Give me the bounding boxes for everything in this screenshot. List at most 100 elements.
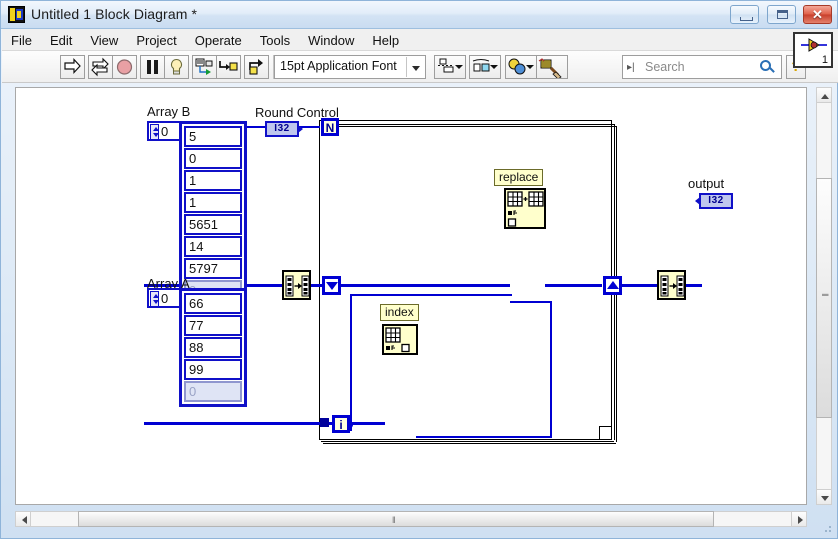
clean-up-diagram-button[interactable] — [536, 55, 568, 80]
close-button[interactable]: ✕ — [803, 5, 832, 24]
array-b-cell[interactable]: 14 — [184, 236, 242, 257]
wire-index-out-riser[interactable] — [550, 301, 552, 438]
array-a-cell[interactable]: 99 — [184, 359, 242, 380]
step-into-icon — [219, 61, 238, 71]
wire-node-to-output-terminal[interactable] — [685, 284, 702, 287]
index-array-node[interactable] — [382, 324, 418, 355]
toolbar-align-group — [434, 55, 537, 79]
block-diagram-canvas[interactable]: Array B 0 5 0 1 1 5651 14 5797 0 Array A… — [15, 87, 807, 505]
array-b-cell[interactable]: 5651 — [184, 214, 242, 235]
menu-item-file[interactable]: File — [2, 29, 41, 51]
array-a-index-display[interactable]: 0 — [147, 288, 183, 308]
array-b-cell[interactable]: 1 — [184, 170, 242, 191]
window-resize-grip[interactable] — [821, 522, 833, 534]
triangle-up-icon — [607, 281, 619, 289]
array-a-cell[interactable]: 66 — [184, 293, 242, 314]
array-a-index-value: 0 — [161, 291, 169, 306]
output-terminal-label: I32 — [708, 195, 724, 206]
abort-execution-icon — [116, 59, 133, 75]
loop-bottom-edge — [319, 439, 612, 440]
array-b-cell[interactable]: 5 — [184, 126, 242, 147]
loop-count-terminal[interactable]: N — [321, 118, 339, 136]
align-objects-icon — [438, 58, 463, 73]
menu-item-help[interactable]: Help — [363, 29, 408, 51]
loop-count-terminal-label: N — [325, 121, 335, 135]
font-label: 15pt Application Font — [280, 59, 397, 73]
array-a-cell[interactable]: 77 — [184, 315, 242, 336]
array-convert-icon — [285, 275, 310, 297]
array-b-cell[interactable]: 0 — [184, 148, 242, 169]
horizontal-scrollbar[interactable]: ‖ — [15, 511, 807, 527]
wire-replace-to-output-tunnel[interactable] — [545, 284, 602, 287]
step-over-button[interactable] — [244, 55, 270, 79]
array-to-cluster-node-left[interactable] — [282, 270, 311, 300]
search-box[interactable]: ▸| Search — [622, 55, 782, 79]
wire-i-riser[interactable] — [350, 294, 352, 424]
scroll-up-button[interactable] — [816, 87, 832, 103]
scroll-right-button[interactable] — [791, 511, 807, 527]
labview-block-diagram-window: Untitled 1 Block Diagram * ✕ File Edit V… — [0, 0, 838, 539]
scroll-grip-icon: ‖ — [819, 293, 830, 298]
replace-array-subset-node[interactable] — [504, 188, 546, 229]
loop-iteration-terminal[interactable]: i — [332, 415, 350, 433]
menu-item-operate[interactable]: Operate — [186, 29, 251, 51]
wire-arraya-to-junction[interactable] — [144, 422, 334, 425]
search-prefix-icon: ▸| — [627, 62, 635, 73]
scroll-down-button[interactable] — [816, 489, 832, 505]
pause-icon — [147, 60, 159, 74]
search-input[interactable]: Search — [645, 60, 685, 74]
array-convert-icon — [660, 275, 685, 297]
wire-i-branch-horizontal[interactable] — [350, 294, 512, 296]
loop-top-edge — [319, 120, 612, 121]
array-a-elements[interactable]: 66 77 88 99 0 — [179, 288, 247, 407]
array-a-index-stepper[interactable] — [150, 291, 159, 307]
input-indexing-tunnel[interactable] — [322, 276, 341, 295]
output-terminal[interactable]: I32 — [695, 193, 733, 209]
array-a-empty-cell[interactable]: 0 — [184, 381, 242, 402]
array-b-cell[interactable]: 1 — [184, 192, 242, 213]
align-objects-button[interactable] — [434, 55, 466, 79]
run-continuously-button[interactable] — [88, 55, 114, 79]
output-indexing-tunnel[interactable] — [603, 276, 622, 295]
round-control-terminal[interactable]: I32 — [265, 121, 303, 137]
magnifier-icon[interactable] — [760, 60, 775, 75]
menu-item-project[interactable]: Project — [127, 29, 185, 51]
window-title: Untitled 1 Block Diagram * — [31, 6, 197, 22]
toolbar-exec-group — [112, 55, 166, 79]
vi-icon-badge[interactable]: 1 — [793, 32, 833, 68]
round-control-terminal-label: I32 — [274, 123, 290, 134]
wire-index-out-to-replace[interactable] — [416, 436, 552, 438]
minimize-button[interactable] — [730, 5, 760, 24]
wire-branch-junction[interactable] — [320, 418, 329, 427]
maximize-button[interactable] — [766, 5, 796, 24]
scroll-left-button[interactable] — [15, 511, 31, 527]
array-b-index-display[interactable]: 0 — [147, 121, 183, 141]
menu-item-view[interactable]: View — [81, 29, 127, 51]
vertical-scroll-thumb[interactable]: ‖ — [816, 178, 832, 418]
menu-item-tools[interactable]: Tools — [251, 29, 299, 51]
distribute-objects-button[interactable] — [469, 55, 502, 79]
retain-wire-values-button[interactable] — [192, 55, 218, 79]
menu-item-edit[interactable]: Edit — [41, 29, 81, 51]
wire-output-tunnel-to-node[interactable] — [620, 284, 658, 287]
vertical-scrollbar[interactable]: ‖ — [816, 87, 832, 505]
pause-button[interactable] — [140, 55, 166, 79]
array-b-index-stepper[interactable] — [150, 124, 159, 140]
run-continuously-icon — [91, 57, 110, 77]
highlight-execution-button[interactable] — [164, 55, 189, 79]
wire-tunnel-to-replace[interactable] — [340, 284, 510, 287]
menu-item-window[interactable]: Window — [299, 29, 363, 51]
run-button[interactable] — [60, 55, 85, 79]
distribute-objects-icon — [473, 59, 499, 72]
chevron-down-icon — [412, 66, 420, 71]
abort-execution-button[interactable] — [112, 55, 137, 79]
array-a-cell[interactable]: 88 — [184, 337, 242, 358]
reorder-button[interactable] — [504, 55, 537, 79]
wire-index-out-to-replace-bottom[interactable] — [510, 301, 552, 303]
step-into-button[interactable] — [216, 55, 241, 79]
array-b-cell[interactable]: 5797 — [184, 258, 242, 279]
font-selector[interactable]: 15pt Application Font — [274, 55, 426, 79]
close-icon: ✕ — [812, 7, 823, 22]
horizontal-scroll-thumb[interactable]: ‖ — [78, 511, 714, 527]
array-to-cluster-node-right[interactable] — [657, 270, 686, 300]
